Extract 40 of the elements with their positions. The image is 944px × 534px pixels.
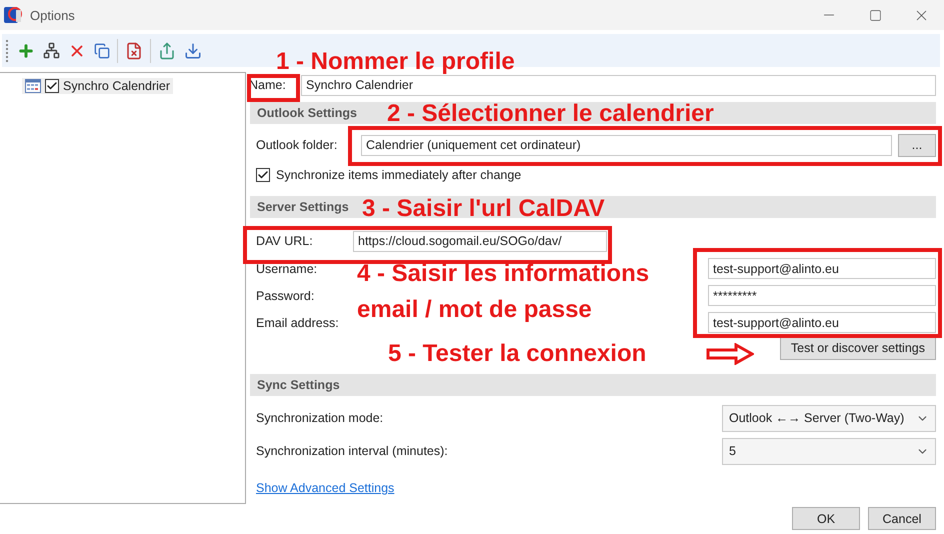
field-label: Synchronization interval (minutes): — [256, 444, 448, 458]
tree-item-label: Synchro Calendrier — [63, 79, 170, 93]
field-label: Username: — [256, 262, 318, 276]
test-settings-button[interactable]: Test or discover settings — [780, 336, 936, 360]
app-icon — [4, 6, 22, 24]
text-field[interactable]: test-support@alinto.eu — [708, 258, 936, 279]
annotation-text: 2 - Sélectionner le calendrier — [387, 99, 714, 129]
outline-arrow — [706, 343, 754, 365]
dialog-button[interactable]: OK — [792, 507, 860, 530]
checkbox-label: Synchronize items immediately after change — [276, 168, 522, 182]
text-field[interactable]: ********* — [708, 285, 936, 306]
annotation-text: 5 - Tester la connexion — [388, 339, 646, 369]
maximize-icon[interactable] — [868, 8, 882, 22]
field-label: Synchronization mode: — [256, 411, 384, 425]
highlight-frame — [247, 74, 300, 102]
dropdown[interactable]: 5 — [722, 438, 936, 464]
annotation-text: 3 - Saisir l'url CalDAV — [362, 194, 605, 224]
checkbox[interactable] — [256, 168, 270, 182]
annotation-text: 1 - Nommer le profile — [276, 47, 515, 77]
checkbox[interactable] — [45, 79, 59, 93]
tree-item[interactable]: Synchro Calendrier — [22, 78, 173, 94]
dropdown[interactable]: Outlook ←→ Server (Two-Way) — [722, 404, 936, 432]
url-field[interactable]: https://cloud.sogomail.eu/SOGo/dav/ — [353, 230, 607, 252]
field-label: Outlook folder: — [256, 138, 338, 152]
folder-field[interactable]: Calendrier (uniquement cet ordinateur) — [361, 134, 892, 156]
advanced-settings-link[interactable]: Show Advanced Settings — [256, 481, 394, 495]
network-icon[interactable] — [42, 41, 61, 60]
browse-button[interactable]: ... — [898, 134, 936, 156]
copy-icon[interactable] — [93, 42, 111, 60]
annotation-text: 4 - Saisir les informations email / mot de passe — [357, 259, 650, 325]
field-label: Password: — [256, 288, 314, 302]
import-icon[interactable] — [183, 40, 203, 60]
field-label: Email address: — [256, 316, 339, 330]
section-header: Sync Settings — [250, 374, 936, 396]
dialog-button[interactable]: Cancel — [868, 507, 936, 530]
calendar-icon — [25, 79, 41, 93]
field-label: DAV URL: — [256, 234, 314, 248]
text-field[interactable]: test-support@alinto.eu — [708, 312, 936, 333]
window-title: Options — [30, 8, 76, 22]
name-field[interactable]: Synchro Calendrier — [301, 74, 936, 96]
